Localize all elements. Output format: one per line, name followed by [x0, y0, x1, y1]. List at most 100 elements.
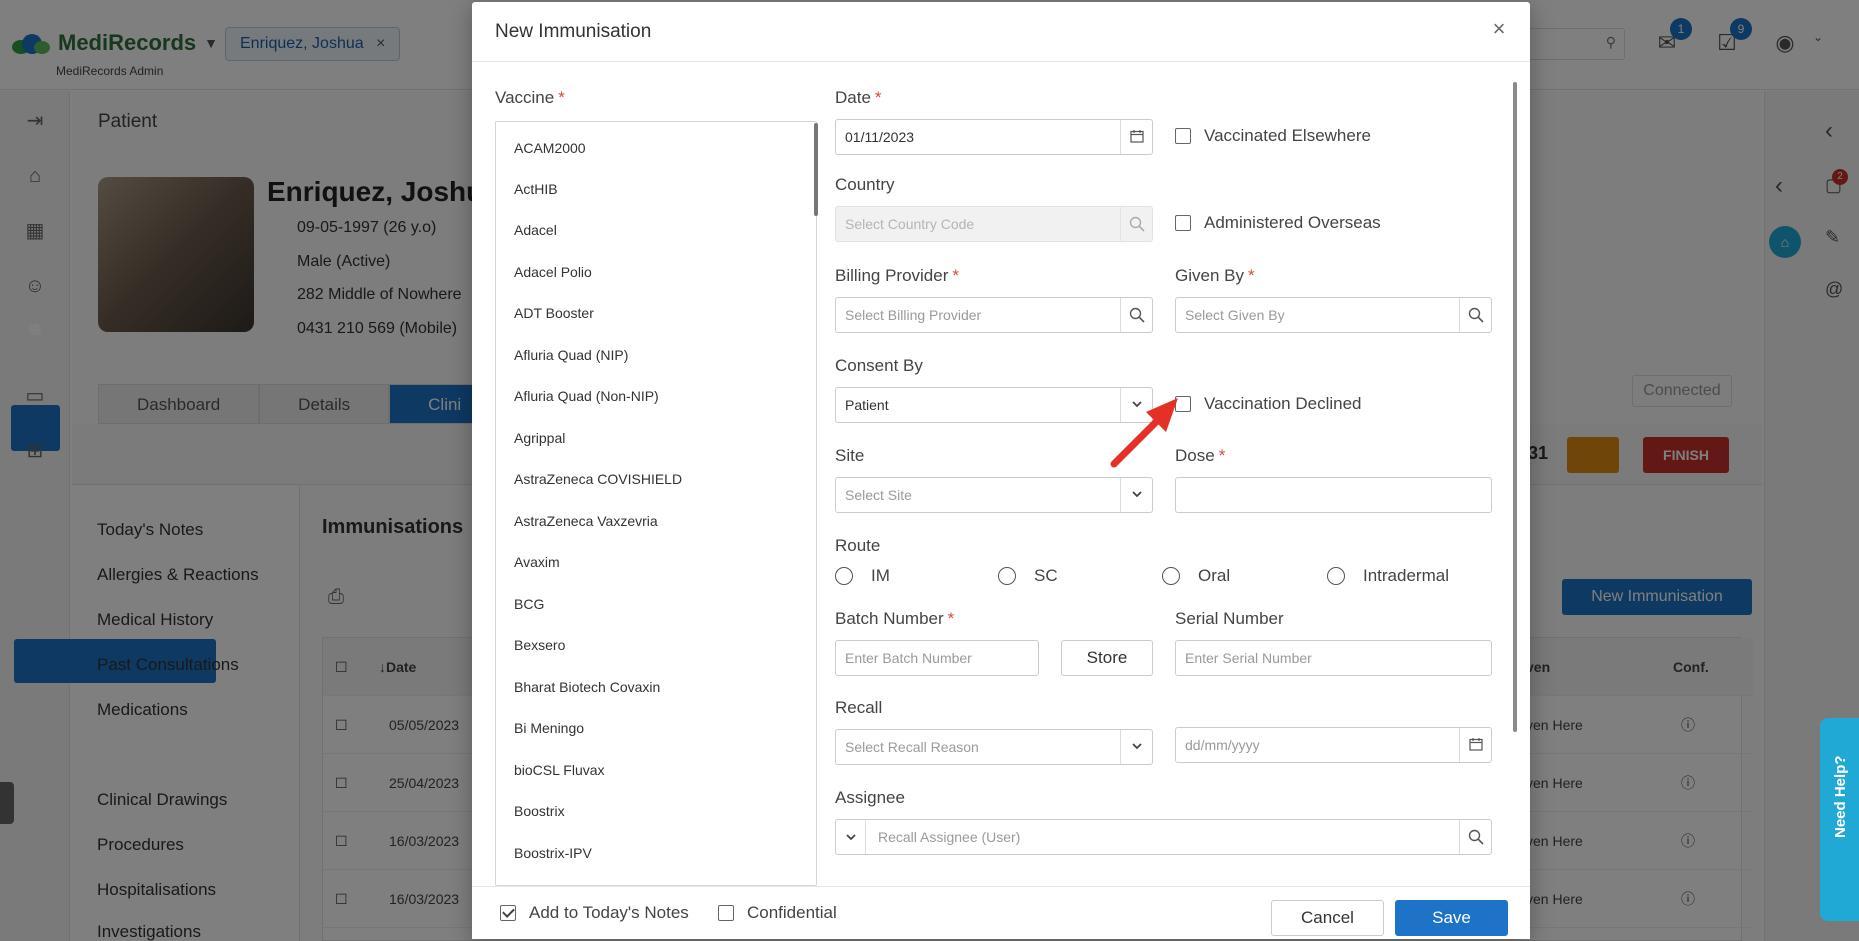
administered-overseas-checkbox[interactable]: Administered Overseas — [1175, 213, 1381, 233]
given-by-field[interactable]: Select Given By — [1175, 297, 1492, 333]
assignee-label: Assignee — [835, 788, 905, 807]
date-label: Date * — [835, 88, 882, 108]
form-scrollbar[interactable] — [1513, 82, 1517, 732]
required-marker: * — [947, 609, 955, 628]
list-item[interactable]: bioCSL Fluvax — [514, 759, 605, 781]
vaccine-label: Vaccine * — [495, 88, 565, 108]
chevron-down-icon[interactable] — [836, 820, 866, 854]
batch-number-input[interactable]: Enter Batch Number — [835, 640, 1039, 676]
billing-provider-field[interactable]: Select Billing Provider — [835, 297, 1153, 333]
required-marker: * — [1218, 446, 1226, 465]
vaccinated-elsewhere-checkbox[interactable]: Vaccinated Elsewhere — [1175, 126, 1371, 146]
recall-date-placeholder: dd/mm/yyyy — [1185, 737, 1260, 753]
serial-number-input[interactable]: Enter Serial Number — [1175, 640, 1492, 676]
list-item[interactable]: Bexsero — [514, 634, 565, 656]
add-to-notes-checkbox[interactable]: Add to Today's Notes — [500, 903, 689, 923]
date-field[interactable]: 01/11/2023 — [835, 119, 1153, 155]
list-item[interactable]: Boostrix — [514, 800, 565, 822]
list-item[interactable]: ADT Booster — [514, 302, 594, 324]
radio-dot[interactable] — [1327, 567, 1345, 585]
list-item[interactable]: ACAM2000 — [514, 137, 586, 159]
add-to-notes-label: Add to Today's Notes — [529, 903, 689, 922]
chevron-down-icon[interactable] — [1120, 478, 1152, 512]
chevron-down-icon[interactable] — [1120, 730, 1152, 764]
vaccination-declined-label: Vaccination Declined — [1204, 394, 1362, 413]
vaccine-label-text: Vaccine — [495, 88, 555, 107]
search-icon[interactable] — [1459, 820, 1491, 854]
list-item[interactable]: Adacel Polio — [514, 261, 592, 283]
country-placeholder: Select Country Code — [845, 216, 975, 232]
vaccination-declined-checkbox[interactable]: Vaccination Declined — [1175, 394, 1362, 414]
route-radio-intradermal[interactable]: Intradermal — [1327, 566, 1449, 586]
required-marker: * — [952, 266, 960, 285]
checkbox-box[interactable] — [718, 905, 734, 921]
batch-number-label-text: Batch Number — [835, 609, 944, 628]
search-icon[interactable] — [1459, 298, 1491, 332]
list-item[interactable]: Adacel — [514, 219, 557, 241]
serial-number-label: Serial Number — [1175, 609, 1284, 628]
store-button[interactable]: Store — [1061, 640, 1153, 676]
need-help-tab[interactable]: Need Help? — [1820, 718, 1859, 921]
recall-reason-select[interactable]: Select Recall Reason — [835, 729, 1153, 765]
country-label: Country — [835, 175, 895, 194]
required-marker: * — [874, 88, 882, 107]
route-sc-label: SC — [1034, 566, 1058, 585]
route-im-label: IM — [871, 566, 890, 585]
vaccine-list[interactable]: ACAM2000 ActHIB Adacel Adacel Polio ADT … — [495, 121, 817, 886]
list-item[interactable]: Avaxim — [514, 551, 560, 573]
recall-reason-placeholder: Select Recall Reason — [845, 739, 979, 755]
checkbox-box[interactable] — [500, 905, 516, 921]
serial-number-placeholder: Enter Serial Number — [1185, 650, 1312, 666]
list-item[interactable]: AstraZeneca COVISHIELD — [514, 468, 682, 490]
site-select[interactable]: Select Site — [835, 477, 1153, 513]
dialog-header: New Immunisation × — [472, 2, 1530, 62]
calendar-icon[interactable] — [1459, 728, 1491, 762]
administered-overseas-label: Administered Overseas — [1204, 213, 1381, 232]
confidential-checkbox[interactable]: Confidential — [718, 903, 837, 923]
radio-dot[interactable] — [998, 567, 1016, 585]
save-button[interactable]: Save — [1395, 900, 1508, 936]
billing-provider-label: Billing Provider * — [835, 266, 959, 286]
recall-label: Recall — [835, 698, 883, 717]
list-item[interactable]: AstraZeneca Vaxzevria — [514, 510, 658, 532]
given-by-placeholder: Select Given By — [1185, 307, 1285, 323]
list-item[interactable]: BCG — [514, 593, 544, 615]
consent-by-value: Patient — [845, 397, 889, 413]
given-by-label: Given By * — [1175, 266, 1255, 286]
billing-provider-label-text: Billing Provider — [835, 266, 949, 285]
billing-provider-placeholder: Select Billing Provider — [845, 307, 982, 323]
country-field: Select Country Code — [835, 206, 1153, 242]
assignee-field[interactable]: Recall Assignee (User) — [835, 819, 1492, 855]
list-item[interactable]: Boostrix-IPV — [514, 842, 592, 864]
required-marker: * — [1247, 266, 1255, 285]
confidential-label: Confidential — [747, 903, 837, 922]
given-by-label-text: Given By — [1175, 266, 1244, 285]
radio-dot[interactable] — [1162, 567, 1180, 585]
list-item[interactable]: Bharat Biotech Covaxin — [514, 676, 660, 698]
side-handle-icon[interactable] — [0, 782, 14, 824]
checkbox-box[interactable] — [1175, 215, 1191, 231]
route-radio-oral[interactable]: Oral — [1162, 566, 1230, 586]
assignee-placeholder: Recall Assignee (User) — [878, 829, 1021, 845]
search-icon — [1120, 207, 1152, 241]
dose-input[interactable] — [1175, 477, 1492, 513]
route-radio-im[interactable]: IM — [835, 566, 890, 586]
cancel-button[interactable]: Cancel — [1271, 900, 1384, 936]
calendar-icon[interactable] — [1120, 120, 1152, 154]
list-item[interactable]: Afluria Quad (NIP) — [514, 344, 628, 366]
list-item[interactable]: Bi Meningo — [514, 717, 584, 739]
route-intradermal-label: Intradermal — [1363, 566, 1449, 585]
consent-by-label: Consent By — [835, 356, 923, 375]
recall-date-field[interactable]: dd/mm/yyyy — [1175, 727, 1492, 763]
radio-dot[interactable] — [835, 567, 853, 585]
route-oral-label: Oral — [1198, 566, 1231, 585]
route-radio-sc[interactable]: SC — [998, 566, 1058, 586]
checkbox-box[interactable] — [1175, 128, 1191, 144]
route-label: Route — [835, 536, 881, 555]
vaccine-list-scrollbar[interactable] — [814, 123, 818, 216]
list-item[interactable]: Agrippal — [514, 427, 565, 449]
list-item[interactable]: ActHIB — [514, 178, 558, 200]
search-icon[interactable] — [1120, 298, 1152, 332]
close-icon[interactable]: × — [1486, 16, 1512, 42]
list-item[interactable]: Afluria Quad (Non-NIP) — [514, 385, 659, 407]
